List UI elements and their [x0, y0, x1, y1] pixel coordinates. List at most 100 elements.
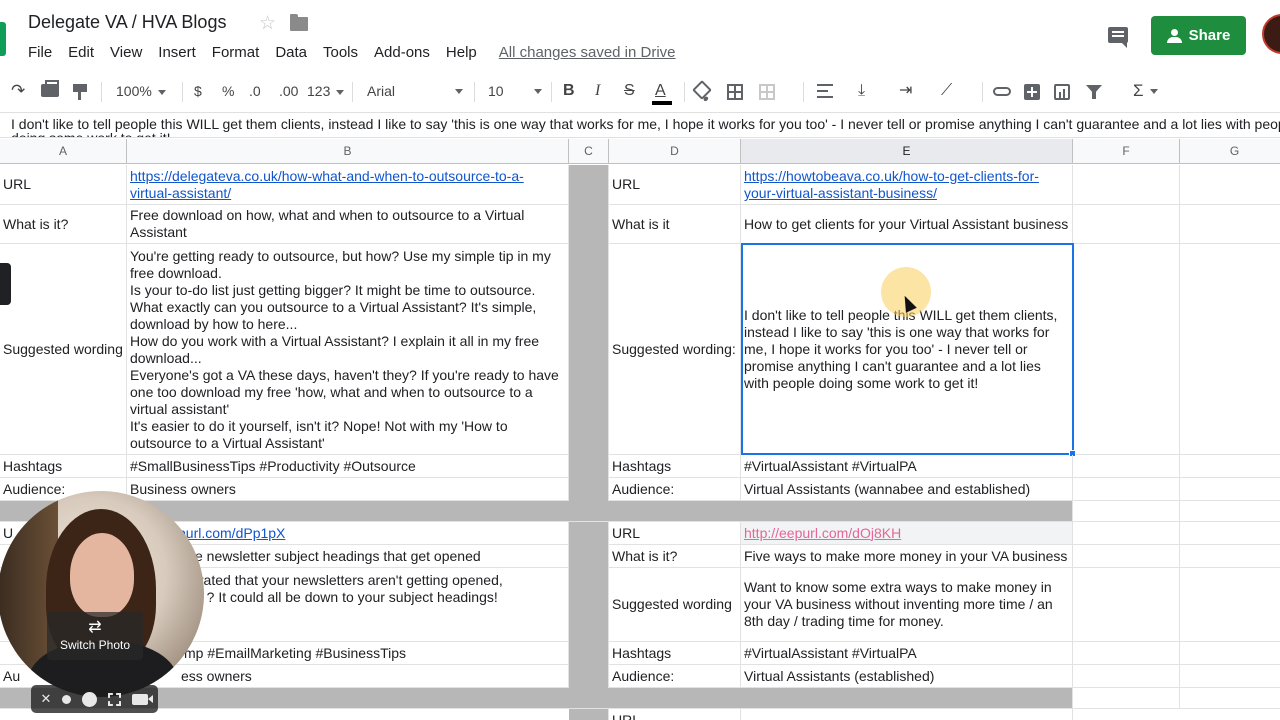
horizontal-align-icon[interactable]: [817, 84, 833, 98]
fullscreen-icon[interactable]: [108, 692, 122, 706]
increase-decimal-button[interactable]: .00: [279, 81, 298, 101]
menu-insert[interactable]: Insert: [158, 44, 196, 61]
zoom-select[interactable]: 100%: [116, 81, 166, 101]
url-link[interactable]: https://delegateva.co.uk/how-what-and-wh…: [130, 168, 524, 201]
cell-b-audience[interactable]: Business owners: [127, 478, 569, 501]
document-title[interactable]: Delegate VA / HVA Blogs: [28, 12, 226, 33]
cell-g[interactable]: [1180, 205, 1280, 244]
cell-e-audience[interactable]: Virtual Assistants (wannabee and establi…: [741, 478, 1073, 501]
filter-icon[interactable]: [1086, 85, 1102, 99]
separator-column-c[interactable]: [569, 165, 609, 720]
cell-d-hashtags-label[interactable]: Hashtags: [609, 455, 741, 478]
cell-b-url[interactable]: https://delegateva.co.uk/how-what-and-wh…: [127, 165, 569, 205]
url-link[interactable]: purl.com/dPp1pX: [178, 525, 285, 542]
share-button[interactable]: Share: [1151, 16, 1246, 55]
column-header-a[interactable]: A: [0, 139, 127, 164]
large-size-icon[interactable]: [82, 691, 98, 707]
currency-format-button[interactable]: $: [194, 81, 202, 101]
sheets-logo-icon[interactable]: [0, 22, 6, 56]
cell-b-audience[interactable]: ess owners: [127, 665, 569, 688]
cell-f[interactable]: [1073, 545, 1180, 568]
switch-photo-button[interactable]: ⇄ Switch Photo: [47, 612, 143, 660]
column-header-e[interactable]: E: [741, 139, 1073, 164]
small-size-icon[interactable]: [62, 694, 72, 704]
redo-icon[interactable]: ↷: [11, 81, 25, 101]
formula-bar[interactable]: I don't like to tell people this WILL ge…: [0, 112, 1280, 138]
webcam-overlay[interactable]: [0, 491, 204, 697]
insert-chart-icon[interactable]: [1054, 84, 1070, 100]
cell-e-hashtags[interactable]: #VirtualAssistant #VirtualPA: [741, 642, 1073, 665]
cell-e-audience[interactable]: Virtual Assistants (established): [741, 665, 1073, 688]
text-wrapping-icon[interactable]: ⇥: [899, 81, 912, 101]
cell-g[interactable]: [1180, 642, 1280, 665]
cell-f[interactable]: [1073, 165, 1180, 205]
column-header-d[interactable]: D: [609, 139, 741, 164]
menu-addons[interactable]: Add-ons: [374, 44, 430, 61]
cell-g[interactable]: [1180, 522, 1280, 545]
cell-d-what-label[interactable]: What is it?: [609, 545, 741, 568]
menu-format[interactable]: Format: [212, 44, 260, 61]
bold-button[interactable]: B: [563, 81, 575, 101]
column-header-f[interactable]: F: [1073, 139, 1180, 164]
percent-format-button[interactable]: %: [222, 81, 234, 101]
menu-tools[interactable]: Tools: [323, 44, 358, 61]
text-color-button[interactable]: A: [655, 81, 666, 101]
cell-d-hashtags-label[interactable]: Hashtags: [609, 642, 741, 665]
cell-f[interactable]: [1073, 455, 1180, 478]
cell-a-what-label[interactable]: What is it?: [0, 205, 127, 244]
menu-edit[interactable]: Edit: [68, 44, 94, 61]
cell-d-what-label[interactable]: What is it: [609, 205, 741, 244]
cell-g[interactable]: [1180, 688, 1280, 709]
paint-format-icon[interactable]: [73, 84, 87, 100]
cell-b-url[interactable]: purl.com/dPp1pX: [127, 522, 569, 545]
merge-cells-icon[interactable]: [759, 84, 775, 100]
cell-f[interactable]: [1073, 522, 1180, 545]
print-icon[interactable]: [41, 80, 59, 97]
cell-f[interactable]: [1073, 665, 1180, 688]
cell-e-what[interactable]: How to get clients for your Virtual Assi…: [741, 205, 1073, 244]
cell-b-wording[interactable]: You're getting ready to outsource, but h…: [127, 244, 569, 455]
cell-f[interactable]: [1073, 501, 1180, 522]
text-rotation-icon[interactable]: ⟋: [941, 81, 952, 101]
cell-d-url-label[interactable]: URL: [609, 522, 741, 545]
italic-button[interactable]: I: [595, 81, 600, 101]
cell-d-wording-label[interactable]: Suggested wording:: [609, 244, 741, 455]
cell-e-url[interactable]: https://howtobeava.co.uk/how-to-get-clie…: [741, 165, 1073, 205]
cell-a-hashtags-label[interactable]: Hashtags: [0, 455, 127, 478]
vertical-align-icon[interactable]: ⤓: [858, 81, 865, 101]
save-status[interactable]: All changes saved in Drive: [499, 44, 676, 61]
insert-link-icon[interactable]: [993, 87, 1011, 96]
cell-b-hashtags[interactable]: #SmallBusinessTips #Productivity #Outsou…: [127, 455, 569, 478]
cell-f[interactable]: [1073, 688, 1180, 709]
cell-g[interactable]: [1180, 244, 1280, 455]
menu-view[interactable]: View: [110, 44, 142, 61]
cell-e-wording[interactable]: Want to know some extra ways to make mon…: [741, 568, 1073, 642]
font-size-select[interactable]: 10: [488, 81, 542, 101]
cell-g[interactable]: [1180, 165, 1280, 205]
cell-g[interactable]: [1180, 545, 1280, 568]
cell-a-url-label[interactable]: URL: [0, 165, 127, 205]
cell-b-what[interactable]: Free download on how, what and when to o…: [127, 205, 569, 244]
functions-button[interactable]: Σ: [1133, 81, 1158, 101]
account-avatar[interactable]: [1262, 14, 1280, 54]
cell-a-wording-label[interactable]: Suggested wording: [0, 244, 127, 455]
menu-file[interactable]: File: [28, 44, 52, 61]
font-select[interactable]: Arial: [367, 81, 463, 101]
column-header-c[interactable]: C: [569, 139, 609, 164]
cell-e-what[interactable]: Five ways to make more money in your VA …: [741, 545, 1073, 568]
cell-g[interactable]: [1180, 478, 1280, 501]
side-panel-toggle[interactable]: [0, 263, 11, 305]
decrease-decimal-button[interactable]: .0: [249, 81, 261, 101]
comments-icon[interactable]: [1108, 27, 1128, 48]
cell-d-audience-label[interactable]: Audience:: [609, 665, 741, 688]
cell-f[interactable]: [1073, 205, 1180, 244]
cell-d-audience-label[interactable]: Audience:: [609, 478, 741, 501]
column-header-g[interactable]: G: [1180, 139, 1280, 164]
video-camera-icon[interactable]: [132, 693, 154, 705]
url-link[interactable]: https://howtobeava.co.uk/how-to-get-clie…: [744, 168, 1039, 201]
cell-b-hashtags[interactable]: mp #EmailMarketing #BusinessTips: [127, 642, 569, 665]
fill-color-icon[interactable]: [692, 80, 712, 100]
cell-g[interactable]: [1180, 455, 1280, 478]
cell-g[interactable]: [1180, 568, 1280, 642]
cell-f[interactable]: [1073, 478, 1180, 501]
